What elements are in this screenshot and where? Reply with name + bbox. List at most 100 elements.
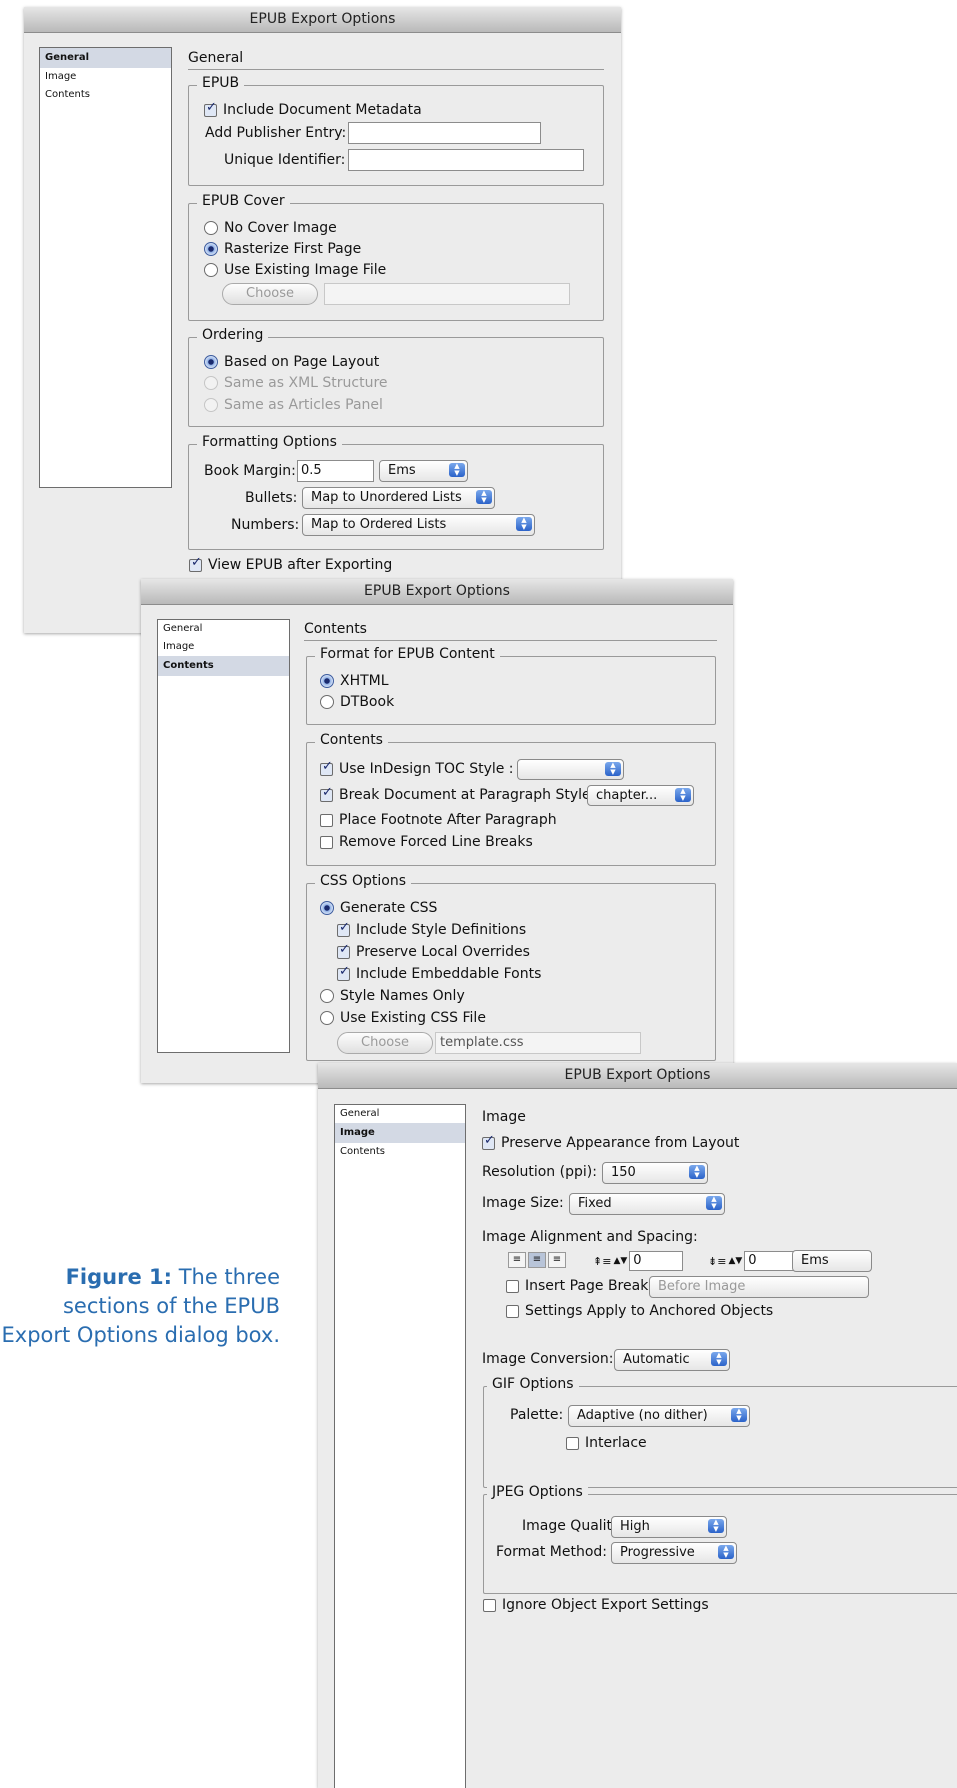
- checkbox-icon: [320, 785, 333, 802]
- book-margin-input[interactable]: 0.5: [297, 460, 374, 482]
- sidebar-item-general[interactable]: General: [158, 620, 289, 638]
- radio-icon: [320, 695, 334, 709]
- numbers-label: Numbers:: [231, 517, 300, 533]
- spacing-unit-select[interactable]: Ems: [792, 1250, 872, 1272]
- checkbox-icon: [483, 1598, 496, 1612]
- xml-structure-radio[interactable]: Same as XML Structure: [204, 375, 388, 391]
- gif-options-group: GIF Options: [483, 1376, 957, 1488]
- stepper-arrows-icon[interactable]: ▲▼: [613, 1256, 627, 1266]
- category-list: General Image Contents: [334, 1104, 466, 1788]
- uid-label: Unique Identifier:: [224, 152, 346, 168]
- checkbox-icon: [337, 942, 350, 959]
- toc-style-checkbox[interactable]: Use InDesign TOC Style :: [320, 759, 514, 777]
- no-cover-radio[interactable]: No Cover Image: [204, 220, 337, 236]
- checkbox-icon: [482, 1133, 495, 1150]
- css-file-path: template.css: [435, 1032, 641, 1054]
- sidebar-item-image[interactable]: Image: [335, 1123, 465, 1143]
- sidebar-item-contents[interactable]: Contents: [158, 656, 289, 676]
- page-break-checkbox[interactable]: Insert Page Break:: [506, 1278, 653, 1294]
- publisher-input[interactable]: [348, 122, 541, 144]
- checkbox-icon: [566, 1436, 579, 1450]
- sidebar-item-contents[interactable]: Contents: [335, 1143, 465, 1161]
- toc-style-select[interactable]: ▲ ▼: [517, 759, 624, 780]
- sidebar-item-contents[interactable]: Contents: [40, 86, 171, 104]
- updown-arrows-icon: ▲ ▼: [706, 1196, 722, 1210]
- footnote-checkbox[interactable]: Place Footnote After Paragraph: [320, 812, 557, 828]
- view-after-export-checkbox[interactable]: View EPUB after Exporting: [189, 555, 392, 573]
- break-document-checkbox[interactable]: Break Document at Paragraph Style:: [320, 785, 595, 803]
- palette-label: Palette:: [510, 1407, 564, 1423]
- palette-select[interactable]: Adaptive (no dither) ▲ ▼: [568, 1405, 750, 1427]
- divider: [304, 640, 717, 641]
- updown-arrows-icon: ▲ ▼: [708, 1519, 724, 1533]
- radio-icon: [320, 901, 334, 915]
- local-overrides-checkbox[interactable]: Preserve Local Overrides: [337, 942, 530, 960]
- dialog-title: EPUB Export Options: [318, 1063, 957, 1089]
- group-label: EPUB Cover: [197, 193, 290, 209]
- existing-image-radio[interactable]: Use Existing Image File: [204, 262, 386, 278]
- xhtml-radio[interactable]: XHTML: [320, 673, 389, 689]
- checkbox-icon: [189, 555, 202, 572]
- style-definitions-checkbox[interactable]: Include Style Definitions: [337, 920, 526, 938]
- page-break-select[interactable]: Before Image: [649, 1276, 869, 1298]
- category-list: General Image Contents: [39, 47, 172, 488]
- sidebar-item-image[interactable]: Image: [158, 638, 289, 656]
- image-size-select[interactable]: Fixed ▲ ▼: [569, 1193, 725, 1215]
- group-label: JPEG Options: [487, 1484, 588, 1500]
- radio-icon: [204, 376, 218, 390]
- resolution-select[interactable]: 150 ▲ ▼: [602, 1162, 708, 1184]
- checkbox-icon: [204, 100, 217, 117]
- articles-panel-radio[interactable]: Same as Articles Panel: [204, 397, 383, 413]
- page-layout-radio[interactable]: Based on Page Layout: [204, 354, 379, 370]
- choose-image-button[interactable]: Choose: [222, 283, 318, 305]
- checkbox-icon: [506, 1304, 519, 1318]
- style-names-only-radio[interactable]: Style Names Only: [320, 988, 465, 1004]
- figure-caption: Figure 1: The three sections of the EPUB…: [0, 1263, 280, 1350]
- embeddable-fonts-checkbox[interactable]: Include Embeddable Fonts: [337, 964, 541, 982]
- radio-icon: [320, 1011, 334, 1025]
- space-after-icon: ⇟≡: [708, 1254, 727, 1268]
- quality-select[interactable]: High ▲ ▼: [611, 1516, 727, 1538]
- align-right-icon[interactable]: ≡: [548, 1252, 566, 1268]
- conversion-select[interactable]: Automatic ▲ ▼: [614, 1349, 730, 1371]
- image-path-field: [324, 283, 570, 305]
- include-metadata-checkbox[interactable]: Include Document Metadata: [204, 100, 422, 118]
- updown-arrows-icon: ▲ ▼: [516, 517, 532, 531]
- anchored-objects-checkbox[interactable]: Settings Apply to Anchored Objects: [506, 1303, 773, 1319]
- numbers-select[interactable]: Map to Ordered Lists ▲ ▼: [302, 514, 535, 536]
- space-after-field[interactable]: ⇟≡ ▲▼ 0: [708, 1251, 799, 1271]
- sidebar-item-image[interactable]: Image: [40, 68, 171, 86]
- bullets-select[interactable]: Map to Unordered Lists ▲ ▼: [302, 487, 495, 509]
- group-label: Formatting Options: [197, 434, 342, 450]
- image-dialog: EPUB Export Options General Image Conten…: [318, 1063, 957, 1788]
- align-left-icon[interactable]: ≡: [508, 1252, 526, 1268]
- sidebar-item-general[interactable]: General: [40, 48, 171, 68]
- radio-icon: [320, 989, 334, 1003]
- break-style-select[interactable]: chapter... ▲ ▼: [587, 785, 694, 806]
- method-label: Format Method:: [496, 1544, 608, 1560]
- stepper-arrows-icon[interactable]: ▲▼: [728, 1256, 742, 1266]
- dtbook-radio[interactable]: DTBook: [320, 694, 394, 710]
- ignore-export-settings-checkbox[interactable]: Ignore Object Export Settings: [483, 1597, 709, 1613]
- choose-css-button[interactable]: Choose: [337, 1032, 433, 1054]
- radio-icon: [204, 221, 218, 235]
- margin-unit-select[interactable]: Ems ▲ ▼: [379, 460, 468, 482]
- group-label: Contents: [315, 732, 388, 748]
- dialog-title: EPUB Export Options: [141, 579, 733, 605]
- updown-arrows-icon: ▲ ▼: [689, 1165, 705, 1179]
- align-center-icon[interactable]: ≡: [528, 1252, 546, 1268]
- preserve-appearance-checkbox[interactable]: Preserve Appearance from Layout: [482, 1133, 739, 1151]
- checkbox-icon: [320, 759, 333, 776]
- space-before-field[interactable]: ⇞≡ ▲▼ 0: [593, 1251, 684, 1271]
- sidebar-item-general[interactable]: General: [335, 1105, 465, 1123]
- existing-css-radio[interactable]: Use Existing CSS File: [320, 1010, 486, 1026]
- uid-input[interactable]: [348, 149, 584, 171]
- generate-css-radio[interactable]: Generate CSS: [320, 900, 437, 916]
- radio-icon: [204, 242, 218, 256]
- rasterize-radio[interactable]: Rasterize First Page: [204, 241, 361, 257]
- forced-breaks-checkbox[interactable]: Remove Forced Line Breaks: [320, 834, 533, 850]
- interlace-checkbox[interactable]: Interlace: [566, 1435, 647, 1451]
- contents-dialog: EPUB Export Options General Image Conten…: [141, 579, 733, 1083]
- checkbox-icon: [337, 964, 350, 981]
- method-select[interactable]: Progressive ▲ ▼: [611, 1542, 737, 1564]
